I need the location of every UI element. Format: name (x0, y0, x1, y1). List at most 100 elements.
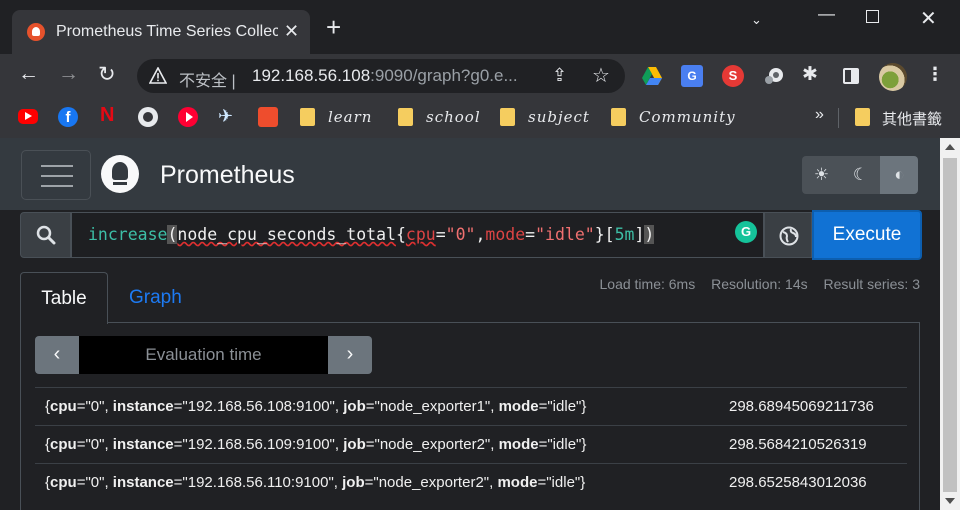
query-paren: ( (167, 225, 178, 244)
tab-search-icon[interactable]: ⌄ (751, 12, 762, 28)
profile-avatar[interactable] (879, 63, 907, 91)
query-duration: 5m (614, 225, 635, 244)
query-brace: } (594, 225, 605, 244)
browser-tab[interactable]: Prometheus Time Series Collect ✕ (12, 10, 310, 54)
page-scrollbar[interactable] (940, 138, 960, 510)
eval-next-button[interactable]: › (328, 336, 372, 374)
query-brace: { (395, 225, 406, 244)
promql-expression-input[interactable]: increase(node_cpu_seconds_total{cpu="0",… (71, 212, 764, 258)
result-series: Result series: 3 (823, 276, 920, 292)
browser-menu-icon[interactable]: ⋮ (926, 64, 944, 85)
scroll-up-arrow-icon[interactable] (945, 144, 955, 150)
forward-button[interactable]: → (58, 62, 79, 86)
back-button[interactable]: ← (18, 62, 39, 86)
tab-graph[interactable]: Graph (129, 272, 182, 324)
tab-title: Prometheus Time Series Collect (56, 23, 278, 40)
google-drive-icon[interactable] (641, 65, 663, 87)
balls-extension-icon[interactable] (763, 65, 785, 87)
browser-titlebar: Prometheus Time Series Collect ✕ + ⌄ — ✕ (0, 0, 960, 54)
query-paren: ) (644, 225, 655, 244)
query-function: increase (88, 225, 168, 244)
s-extension-icon[interactable]: S (722, 65, 744, 87)
prometheus-favicon-icon (27, 23, 45, 41)
series-labels: {cpu="0", instance="192.168.56.110:9100"… (45, 474, 586, 491)
url-text[interactable]: 192.168.56.108:9090/graph?g0.e... (252, 66, 518, 86)
query-metric: node_cpu_seconds_total (177, 225, 396, 244)
bookmarks-divider (838, 108, 839, 128)
reload-button[interactable]: ↻ (98, 62, 116, 87)
folder-icon (300, 108, 315, 126)
github-bookmark-icon[interactable] (138, 107, 158, 127)
navbar-toggle-button[interactable] (21, 150, 91, 200)
prometheus-logo-icon[interactable] (101, 155, 139, 193)
extensions-puzzle-icon[interactable]: ✱ (802, 63, 824, 85)
label-instance: "192.168.56.108:9100" (182, 398, 335, 415)
query-comma: , (475, 225, 486, 244)
address-bar[interactable]: 不安全 | 192.168.56.108:9090/graph?g0.e... … (137, 59, 625, 93)
label-mode: "idle" (547, 436, 582, 453)
bookmarks-bar: f N ✈ learn school subject Community » 其… (0, 98, 960, 138)
label-mode: "idle" (546, 474, 581, 491)
light-theme-button[interactable]: ☀ (802, 156, 841, 194)
bookmark-folder-subject[interactable]: subject (528, 108, 590, 126)
panel-tabs: Table Graph Load time: 6ms Resolution: 1… (20, 270, 920, 324)
query-stats: Load time: 6ms Resolution: 14s Result se… (588, 276, 921, 292)
table-row: {cpu="0", instance="192.168.56.109:9100"… (35, 425, 907, 463)
tab-close-icon[interactable]: ✕ (284, 21, 299, 42)
window-close-button[interactable]: ✕ (920, 6, 937, 31)
bookmark-folder-learn[interactable]: learn (328, 108, 372, 126)
resolution: Resolution: 14s (711, 276, 808, 292)
tab-table[interactable]: Table (20, 272, 108, 324)
maximize-button[interactable] (866, 10, 879, 23)
other-bookmarks-folder[interactable]: 其他書籤 (882, 108, 942, 129)
scroll-down-arrow-icon[interactable] (945, 498, 955, 504)
query-range-bracket: [ (604, 225, 615, 244)
shopee-bookmark-icon[interactable] (258, 107, 278, 127)
query-bar: increase(node_cpu_seconds_total{cpu="0",… (20, 210, 923, 260)
dark-theme-button[interactable]: ☾ (841, 156, 880, 194)
series-labels: {cpu="0", instance="192.168.56.109:9100"… (45, 436, 587, 453)
bookmark-star-icon[interactable]: ☆ (592, 63, 610, 88)
scroll-thumb[interactable] (943, 158, 957, 492)
results-table: {cpu="0", instance="192.168.56.108:9100"… (35, 387, 907, 501)
folder-icon (611, 108, 626, 126)
brand-title[interactable]: Prometheus (160, 161, 295, 190)
evaluation-time-control: ‹ Evaluation time › (35, 336, 372, 374)
theme-switcher: ☀ ☾ ◐ (802, 156, 918, 194)
facebook-bookmark-icon[interactable]: f (58, 107, 78, 127)
grammarly-icon[interactable]: G (735, 221, 757, 243)
folder-icon (398, 108, 413, 126)
minimize-button[interactable]: — (818, 4, 835, 24)
label-cpu: "0" (85, 436, 105, 453)
youtube-bookmark-icon[interactable] (18, 109, 38, 124)
search-button[interactable] (20, 212, 71, 258)
share-icon[interactable]: ⇪ (552, 65, 567, 86)
google-translate-icon[interactable]: G (681, 65, 703, 87)
label-mode: "idle" (547, 398, 582, 415)
query-range-bracket: ] (634, 225, 645, 244)
table-row: {cpu="0", instance="192.168.56.108:9100"… (35, 387, 907, 425)
label-cpu: "0" (85, 474, 105, 491)
label-instance: "192.168.56.110:9100" (182, 474, 334, 491)
folder-icon (855, 108, 870, 126)
video-bookmark-icon[interactable] (178, 107, 198, 127)
globe-icon (779, 226, 799, 246)
execute-button[interactable]: Execute (812, 210, 922, 260)
bookmark-folder-community[interactable]: Community (639, 108, 736, 126)
bookmark-folder-school[interactable]: school (426, 108, 481, 126)
evaluation-time-input[interactable]: Evaluation time (79, 336, 328, 374)
query-label-name: cpu (405, 225, 436, 244)
label-job: "node_exporter1" (374, 398, 491, 415)
more-bookmarks-button[interactable]: » (815, 106, 824, 124)
new-tab-button[interactable]: + (326, 14, 341, 40)
security-label[interactable]: 不安全 | (179, 67, 236, 91)
eval-prev-button[interactable]: ‹ (35, 336, 79, 374)
side-panel-icon[interactable] (843, 68, 859, 84)
metrics-explorer-button[interactable] (764, 212, 812, 258)
netflix-bookmark-icon[interactable]: N (100, 104, 120, 126)
prometheus-page: Prometheus ☀ ☾ ◐ increase(node_cpu_secon… (0, 138, 940, 510)
bird-bookmark-icon[interactable]: ✈ (218, 106, 238, 126)
auto-theme-button[interactable]: ◐ (880, 156, 918, 194)
warning-icon[interactable] (149, 67, 167, 85)
series-value: 298.6525843012036 (729, 474, 867, 491)
